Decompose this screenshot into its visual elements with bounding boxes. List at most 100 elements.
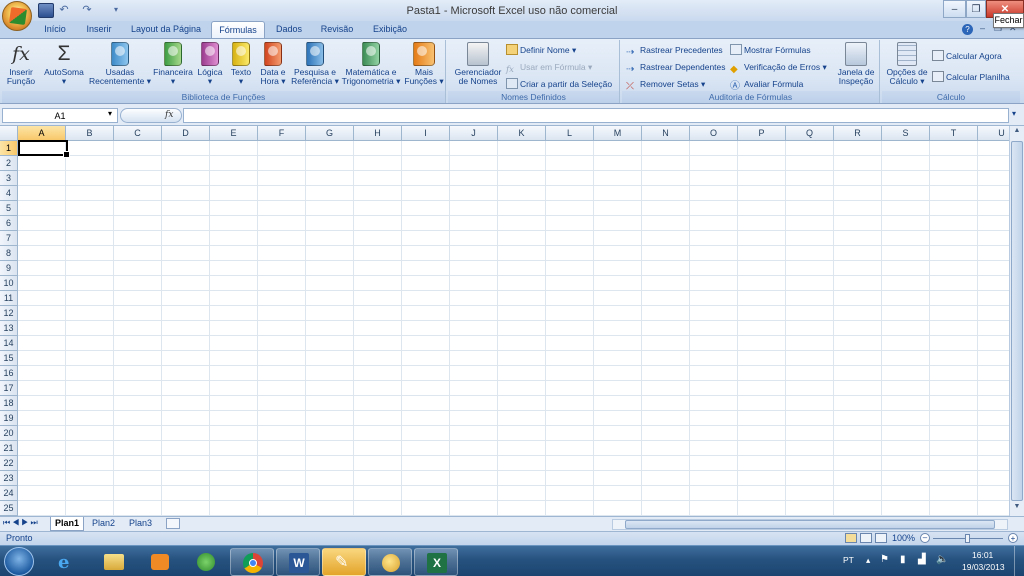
row-header-24[interactable]: 24 [0, 486, 18, 501]
matematica-trig-button[interactable]: Matemática e Trigonometria ▾ [340, 42, 402, 92]
taskbar-explorer-icon[interactable] [92, 548, 136, 576]
row-header-2[interactable]: 2 [0, 156, 18, 171]
power-icon[interactable]: ▮ [900, 554, 906, 565]
tab-inicio[interactable]: Início [36, 21, 74, 38]
ribbon-minimize-icon[interactable]: – [980, 23, 985, 33]
remover-setas-button[interactable]: ⤫ Remover Setas ▾ [626, 77, 705, 92]
opcoes-calculo-button[interactable]: Opções de Cálculo ▾ [884, 42, 930, 92]
calcular-planilha-button[interactable]: Calcular Planilha [932, 70, 1010, 84]
sheet-tab-plan1[interactable]: Plan1 [50, 517, 85, 531]
rastrear-dependentes-button[interactable]: ⇢ Rastrear Dependentes [626, 60, 726, 75]
row-header-19[interactable]: 19 [0, 411, 18, 426]
vertical-scrollbar[interactable]: ▲ ▼ [1009, 126, 1024, 516]
taskbar-word-icon[interactable]: W [276, 548, 320, 576]
taskbar-excel-icon[interactable]: X [414, 548, 458, 576]
mostrar-formulas-button[interactable]: Mostrar Fórmulas [730, 43, 811, 57]
language-indicator[interactable]: PT [843, 555, 854, 565]
row-header-17[interactable]: 17 [0, 381, 18, 396]
column-header-p[interactable]: P [738, 126, 786, 141]
worksheet-grid[interactable]: ABCDEFGHIJKLMNOPQRSTU 1 2 3 4 5 6 7 8 9 10 11 12 13 1… [0, 126, 1024, 516]
row-header-18[interactable]: 18 [0, 396, 18, 411]
usar-em-formula-button[interactable]: fx Usar em Fórmula ▾ [506, 60, 592, 75]
row-header-5[interactable]: 5 [0, 201, 18, 216]
tab-formulas[interactable]: Fórmulas [211, 21, 265, 39]
taskbar-paint-icon[interactable] [368, 548, 412, 576]
normal-view-icon[interactable] [845, 533, 857, 543]
row-header-21[interactable]: 21 [0, 441, 18, 456]
name-box-dropdown-icon[interactable]: ▾ [108, 109, 112, 118]
page-layout-view-icon[interactable] [860, 533, 872, 543]
horizontal-scrollbar[interactable] [612, 519, 1008, 530]
taskbar-ie-icon[interactable]: e [46, 548, 90, 576]
row-header-20[interactable]: 20 [0, 426, 18, 441]
verificacao-erros-button[interactable]: ◆ Verificação de Erros ▾ [730, 60, 827, 75]
row-header-25[interactable]: 25 [0, 501, 18, 516]
tab-layout-pagina[interactable]: Layout da Página [128, 21, 204, 38]
start-button[interactable] [4, 547, 34, 576]
tab-dados[interactable]: Dados [270, 21, 308, 38]
row-header-1[interactable]: 1 [0, 141, 18, 156]
calcular-agora-button[interactable]: Calcular Agora [932, 49, 1002, 63]
logica-button[interactable]: Lógica ▾ [196, 42, 224, 92]
insert-sheet-icon[interactable] [166, 518, 180, 529]
network-icon[interactable]: ▟ [918, 554, 926, 565]
name-box[interactable]: A1 [2, 108, 118, 123]
taskbar-chrome-icon[interactable] [230, 548, 274, 576]
column-header-o[interactable]: O [690, 126, 738, 141]
row-header-7[interactable]: 7 [0, 231, 18, 246]
expand-formula-bar-icon[interactable]: ▾ [1012, 109, 1016, 118]
pesquisa-referencia-button[interactable]: Pesquisa e Referência ▾ [290, 42, 340, 92]
action-center-icon[interactable]: ⚑ [880, 554, 889, 565]
column-header-r[interactable]: R [834, 126, 882, 141]
column-header-q[interactable]: Q [786, 126, 834, 141]
scroll-down-icon[interactable]: ▼ [1011, 503, 1023, 515]
row-header-13[interactable]: 13 [0, 321, 18, 336]
tab-exibicao[interactable]: Exibição [368, 21, 412, 38]
rastrear-precedentes-button[interactable]: ⇢ Rastrear Precedentes [626, 43, 723, 58]
janela-inspecao-button[interactable]: Janela de Inspeção [834, 42, 878, 92]
sheet-tab-plan2[interactable]: Plan2 [88, 517, 119, 531]
texto-button[interactable]: Texto ▾ [228, 42, 254, 92]
horizontal-scroll-thumb[interactable] [625, 520, 995, 529]
financeira-button[interactable]: Financeira ▾ [152, 42, 194, 92]
zoom-level[interactable]: 100% [892, 533, 915, 543]
volume-muted-icon[interactable]: 🔈 [936, 554, 948, 565]
column-header-a[interactable]: A [18, 126, 66, 141]
row-header-10[interactable]: 10 [0, 276, 18, 291]
inserir-funcao-button[interactable]: fx Inserir Função [4, 42, 38, 92]
tab-inserir[interactable]: Inserir [80, 21, 118, 38]
column-header-c[interactable]: C [114, 126, 162, 141]
taskbar-messenger-icon[interactable] [184, 548, 228, 576]
sheet-tab-plan3[interactable]: Plan3 [125, 517, 156, 531]
column-header-j[interactable]: J [450, 126, 498, 141]
row-header-15[interactable]: 15 [0, 351, 18, 366]
minimize-button[interactable]: – [943, 0, 966, 18]
row-header-12[interactable]: 12 [0, 306, 18, 321]
vertical-scroll-thumb[interactable] [1011, 141, 1023, 501]
insert-function-icon[interactable]: fx [165, 110, 173, 120]
select-all-button[interactable] [0, 126, 18, 141]
column-header-m[interactable]: M [594, 126, 642, 141]
row-header-4[interactable]: 4 [0, 186, 18, 201]
show-desktop-button[interactable] [1014, 546, 1024, 576]
taskbar-paint-active-icon[interactable]: ✎ [322, 548, 366, 576]
row-header-11[interactable]: 11 [0, 291, 18, 306]
restore-button[interactable]: ❐ [966, 0, 986, 18]
column-header-d[interactable]: D [162, 126, 210, 141]
avaliar-formula-button[interactable]: Ⓐ Avaliar Fórmula [730, 77, 803, 92]
column-header-h[interactable]: H [354, 126, 402, 141]
zoom-in-icon[interactable]: + [1008, 533, 1018, 543]
row-header-3[interactable]: 3 [0, 171, 18, 186]
column-header-e[interactable]: E [210, 126, 258, 141]
row-header-6[interactable]: 6 [0, 216, 18, 231]
row-header-9[interactable]: 9 [0, 261, 18, 276]
criar-selecao-button[interactable]: Criar a partir da Seleção [506, 77, 612, 91]
office-button[interactable] [2, 1, 32, 31]
column-header-g[interactable]: G [306, 126, 354, 141]
column-header-s[interactable]: S [882, 126, 930, 141]
column-header-l[interactable]: L [546, 126, 594, 141]
column-header-i[interactable]: I [402, 126, 450, 141]
formula-input[interactable] [183, 108, 1009, 123]
row-header-14[interactable]: 14 [0, 336, 18, 351]
row-header-22[interactable]: 22 [0, 456, 18, 471]
